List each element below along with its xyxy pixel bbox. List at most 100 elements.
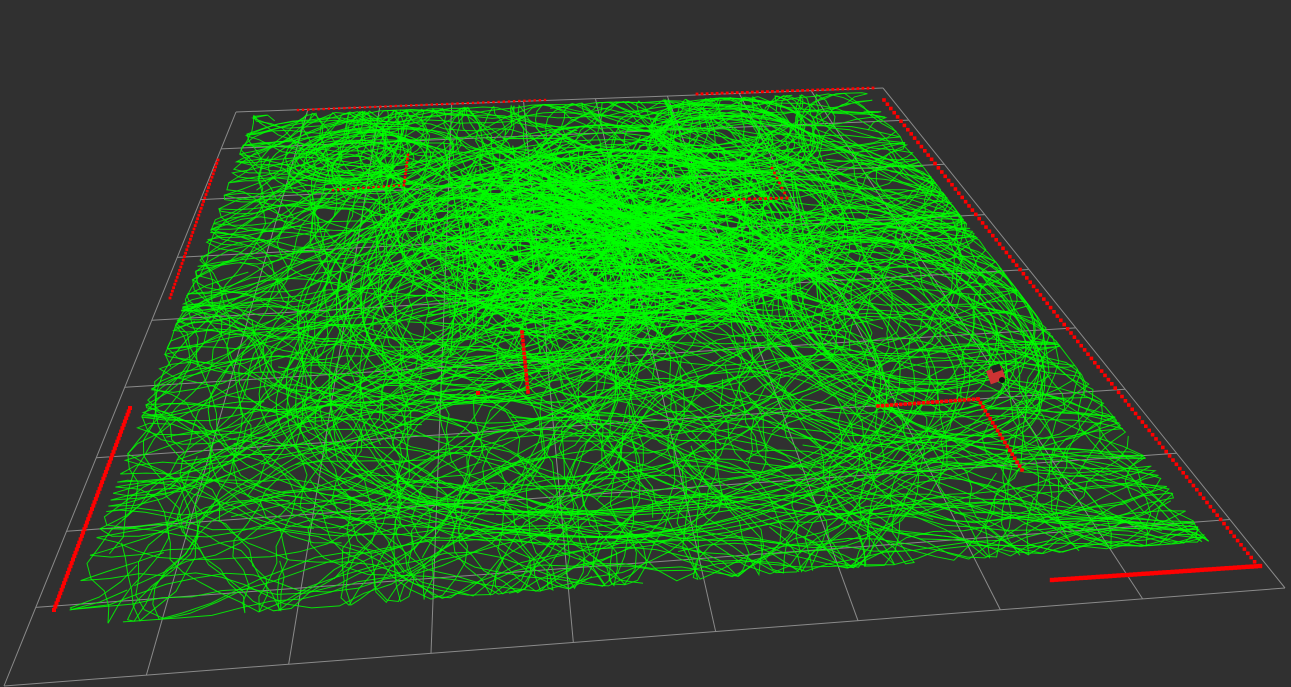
laser-point: [403, 179, 406, 183]
laser-point: [406, 153, 410, 157]
laser-point: [1237, 565, 1242, 570]
laser-point: [880, 403, 885, 408]
laser-point: [213, 168, 216, 172]
laser-point: [181, 258, 185, 262]
laser-point: [720, 91, 724, 95]
laser-point: [1062, 577, 1067, 582]
laser-point: [415, 104, 418, 107]
laser-point: [1252, 560, 1257, 564]
laser-point: [410, 104, 413, 107]
laser-point: [1198, 492, 1202, 496]
laser-point: [1049, 577, 1055, 583]
laser-point: [990, 420, 995, 425]
scene-canvas[interactable]: [0, 0, 1291, 687]
laser-point: [1000, 436, 1005, 441]
robot-wheel: [999, 377, 1005, 383]
laser-point: [1069, 331, 1073, 335]
laser-point: [1246, 551, 1250, 556]
laser-point: [525, 385, 530, 390]
laser-point: [1113, 386, 1117, 390]
laser-point: [912, 401, 917, 406]
laser-point: [1154, 437, 1158, 441]
laser-point: [1012, 456, 1017, 460]
laser-point: [776, 89, 779, 93]
laser-point: [174, 279, 178, 283]
laser-point: [211, 172, 215, 176]
grid-line-horizontal: [3, 587, 1286, 687]
laser-point: [389, 105, 392, 108]
grid-line-vertical: [882, 87, 1286, 589]
laser-point: [791, 89, 794, 93]
3d-viewport[interactable]: [0, 0, 1291, 687]
laser-point: [198, 210, 202, 214]
laser-point: [461, 102, 464, 105]
laser-point: [307, 108, 310, 111]
laser-point: [740, 91, 744, 94]
laser-point: [1082, 348, 1087, 352]
laser-point: [476, 101, 480, 104]
laser-point: [528, 99, 531, 102]
laser-point: [342, 188, 345, 191]
laser-point: [995, 428, 1000, 433]
laser-point: [186, 244, 190, 248]
laser-point: [296, 108, 300, 112]
laser-point: [446, 102, 449, 106]
laser-point: [1224, 566, 1229, 571]
laser-point: [193, 224, 197, 227]
laser-point: [775, 176, 779, 180]
laser-point: [963, 199, 968, 204]
laser-point: [821, 88, 825, 92]
laser-point: [352, 187, 355, 190]
laser-point: [192, 227, 196, 231]
laser-point: [946, 178, 951, 183]
laser-point: [761, 90, 764, 94]
laser-point: [524, 368, 528, 373]
laser-point: [980, 221, 985, 225]
laser-point: [430, 103, 433, 106]
laser-point: [770, 166, 774, 170]
laser-point: [466, 101, 469, 105]
laser-point: [908, 402, 912, 406]
laser-point: [1239, 543, 1243, 547]
laser-point: [520, 330, 524, 334]
laser-point: [926, 400, 930, 405]
laser-point: [522, 355, 527, 360]
laser-point: [420, 103, 423, 107]
laser-point: [520, 334, 525, 339]
grid-line-horizontal: [35, 519, 1231, 608]
laser-point: [902, 123, 907, 128]
laser-point: [512, 100, 516, 103]
laser-point: [522, 351, 526, 356]
laser-point: [950, 182, 954, 187]
laser-point: [866, 86, 870, 90]
laser-point: [940, 170, 944, 174]
laser-point: [1195, 487, 1199, 492]
laser-point: [895, 115, 900, 119]
laser-point: [337, 188, 340, 191]
laser-point: [1228, 565, 1234, 571]
laser-point: [471, 101, 475, 105]
laser-point: [909, 132, 913, 136]
laser-point: [889, 106, 893, 111]
laser-point: [953, 187, 958, 191]
laser-point: [1145, 571, 1150, 576]
laser-point: [801, 89, 804, 92]
laser-point: [1005, 444, 1010, 449]
laser-point: [1093, 360, 1097, 365]
laser-point: [403, 176, 407, 179]
laser-point: [1188, 479, 1192, 484]
laser-point: [1089, 356, 1094, 361]
laser-point: [199, 206, 203, 210]
laser-point: [207, 186, 210, 189]
laser-point: [906, 127, 910, 132]
laser-point: [1035, 288, 1039, 293]
laser-point: [1216, 566, 1221, 571]
laser-point: [377, 185, 380, 188]
laser-point: [1220, 566, 1225, 571]
laser-point: [715, 91, 719, 95]
laser-point: [1078, 575, 1084, 581]
laser-point: [780, 186, 784, 190]
laser-point: [1201, 496, 1206, 500]
laser-point: [926, 153, 930, 157]
laser-point: [1161, 445, 1165, 450]
